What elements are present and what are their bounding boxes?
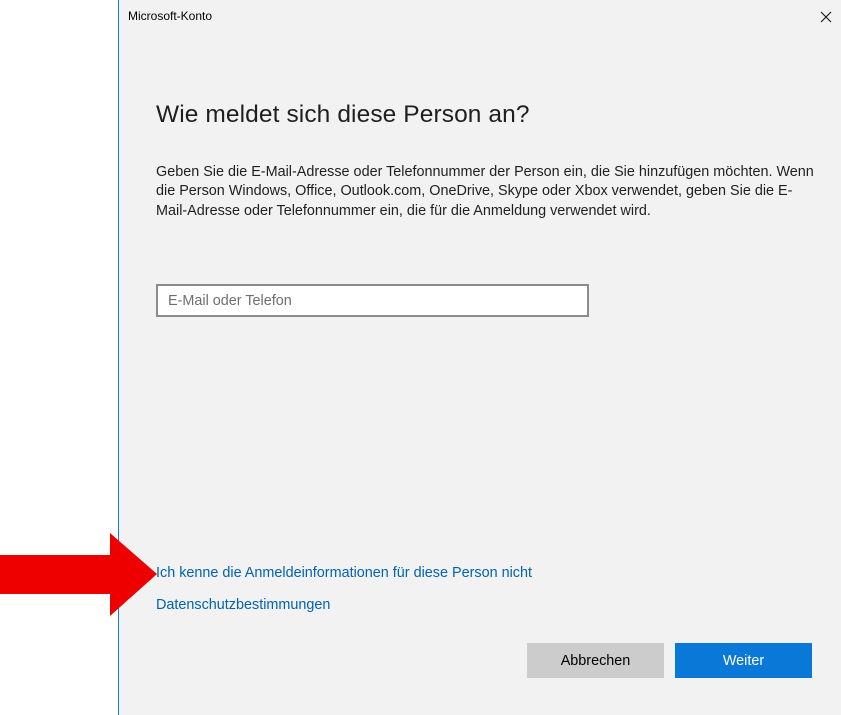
cancel-button[interactable]: Abbrechen	[527, 643, 664, 678]
instructions-text: Geben Sie die E-Mail-Adresse oder Telefo…	[156, 164, 814, 219]
window-title: Microsoft-Konto	[128, 9, 213, 23]
title-bar: Microsoft-Konto	[119, 0, 841, 36]
close-button[interactable]	[815, 6, 837, 28]
microsoft-account-dialog: Microsoft-Konto Wie meldet sich diese Pe…	[118, 0, 841, 715]
email-or-phone-input[interactable]	[156, 284, 589, 317]
close-icon	[820, 11, 832, 23]
privacy-link[interactable]: Datenschutzbestimmungen	[156, 597, 330, 613]
page-title: Wie meldet sich diese Person an?	[156, 101, 530, 128]
next-button[interactable]: Weiter	[675, 643, 812, 678]
red-arrow-icon	[0, 533, 157, 616]
unknown-credentials-link[interactable]: Ich kenne die Anmeldeinformationen für d…	[156, 565, 532, 581]
screenshot-stage: Microsoft-Konto Wie meldet sich diese Pe…	[0, 0, 841, 715]
